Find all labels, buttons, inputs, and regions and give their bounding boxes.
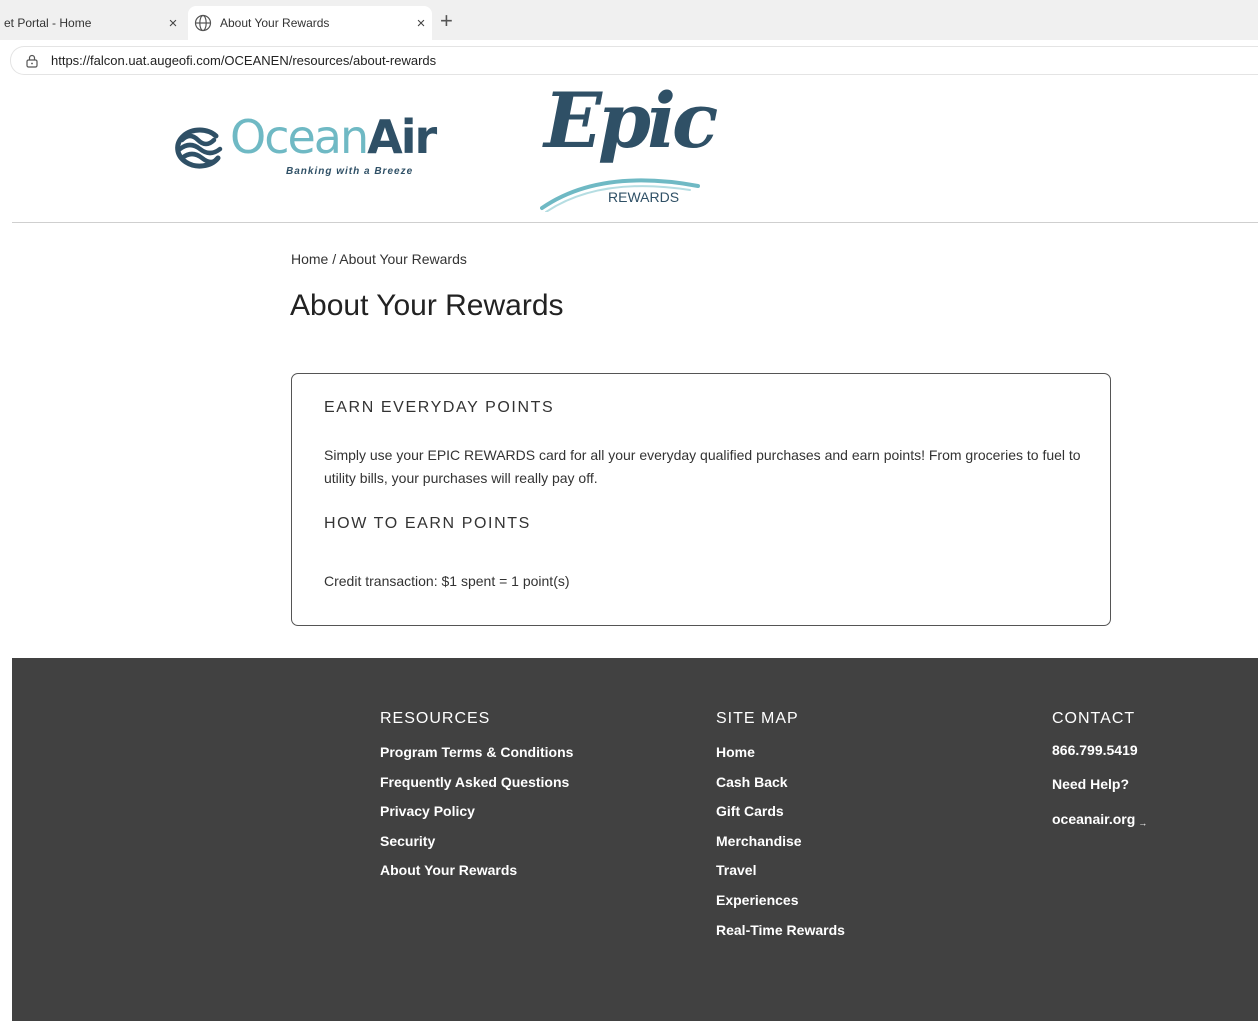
url-text: https://falcon.uat.augeofi.com/OCEANEN/r…	[51, 53, 437, 68]
footer-contact-column: CONTACT 866.799.5419 Need Help? oceanair…	[1052, 710, 1147, 833]
tab-about-rewards[interactable]: About Your Rewards ×	[188, 6, 432, 40]
site-info-icon[interactable]	[25, 54, 39, 68]
tab-title: About Your Rewards	[220, 16, 330, 30]
site-header: OceanAir Banking with a Breeze Epic REWA…	[12, 76, 1258, 223]
footer-contact-heading: CONTACT	[1052, 710, 1136, 727]
footer-resources-column: RESOURCES Program Terms & Conditions Fre…	[380, 710, 573, 890]
footer-sitemap-column: SITE MAP Home Cash Back Gift Cards Merch…	[716, 710, 845, 949]
new-tab-button[interactable]: +	[440, 8, 453, 34]
need-help-link[interactable]: Need Help?	[1052, 774, 1147, 794]
footer-link-privacy[interactable]: Privacy Policy	[380, 801, 573, 831]
oceanair-logo[interactable]: OceanAir Banking with a Breeze	[172, 110, 442, 186]
footer-link-terms[interactable]: Program Terms & Conditions	[380, 742, 573, 772]
site-footer: RESOURCES Program Terms & Conditions Fre…	[12, 658, 1258, 1021]
earn-everyday-text: Simply use your EPIC REWARDS card for al…	[324, 447, 1081, 486]
footer-resources-heading: RESOURCES	[380, 710, 491, 727]
footer-sitemap-heading: SITE MAP	[716, 710, 799, 727]
footer-link-cash-back[interactable]: Cash Back	[716, 772, 845, 802]
breadcrumb: Home / About Your Rewards	[291, 251, 467, 267]
footer-link-security[interactable]: Security	[380, 831, 573, 861]
globe-icon	[194, 14, 212, 32]
footer-link-merchandise[interactable]: Merchandise	[716, 831, 845, 861]
footer-link-faq[interactable]: Frequently Asked Questions	[380, 772, 573, 802]
earn-everyday-heading: EARN EVERYDAY POINTS	[324, 399, 555, 416]
epic-rewards-logo[interactable]: Epic REWARDS	[540, 76, 718, 212]
wave-logo-icon	[175, 127, 223, 169]
logo-tagline: Banking with a Breeze	[286, 166, 414, 177]
footer-link-travel[interactable]: Travel	[716, 860, 845, 890]
footer-link-real-time-rewards[interactable]: Real-Time Rewards	[716, 920, 845, 950]
external-link-icon: →	[1138, 818, 1148, 828]
footer-link-about-rewards[interactable]: About Your Rewards	[380, 860, 573, 890]
footer-link-home[interactable]: Home	[716, 742, 845, 772]
logo-rewards-text: REWARDS	[608, 189, 680, 205]
oceanair-wordmark: OceanAir	[230, 110, 437, 164]
page-title: About Your Rewards	[290, 289, 564, 322]
tab-title: et Portal - Home	[4, 16, 92, 30]
contact-phone-link[interactable]: 866.799.5419	[1052, 740, 1147, 760]
how-to-earn-heading: HOW TO EARN POINTS	[324, 515, 531, 532]
rewards-info-card: EARN EVERYDAY POINTS Simply use your EPI…	[291, 373, 1111, 626]
footer-link-experiences[interactable]: Experiences	[716, 890, 845, 920]
close-icon[interactable]: ×	[162, 15, 184, 32]
browser-tab-bar: et Portal - Home × About Your Rewards × …	[0, 0, 1258, 40]
address-bar: https://falcon.uat.augeofi.com/OCEANEN/r…	[0, 40, 1258, 80]
logo-ocean-text: Ocean	[230, 110, 369, 164]
footer-link-gift-cards[interactable]: Gift Cards	[716, 801, 845, 831]
url-input[interactable]: https://falcon.uat.augeofi.com/OCEANEN/r…	[10, 46, 1258, 75]
website-link[interactable]: oceanair.org →	[1052, 809, 1147, 833]
logo-epic-text: Epic	[544, 76, 718, 165]
close-icon[interactable]: ×	[410, 15, 432, 32]
website-link-text: oceanair.org	[1052, 811, 1136, 827]
credit-transaction-text: Credit transaction: $1 spent = 1 point(s…	[324, 573, 570, 589]
tab-portal-home[interactable]: et Portal - Home ×	[0, 6, 184, 40]
logo-air-text: Air	[367, 110, 437, 164]
